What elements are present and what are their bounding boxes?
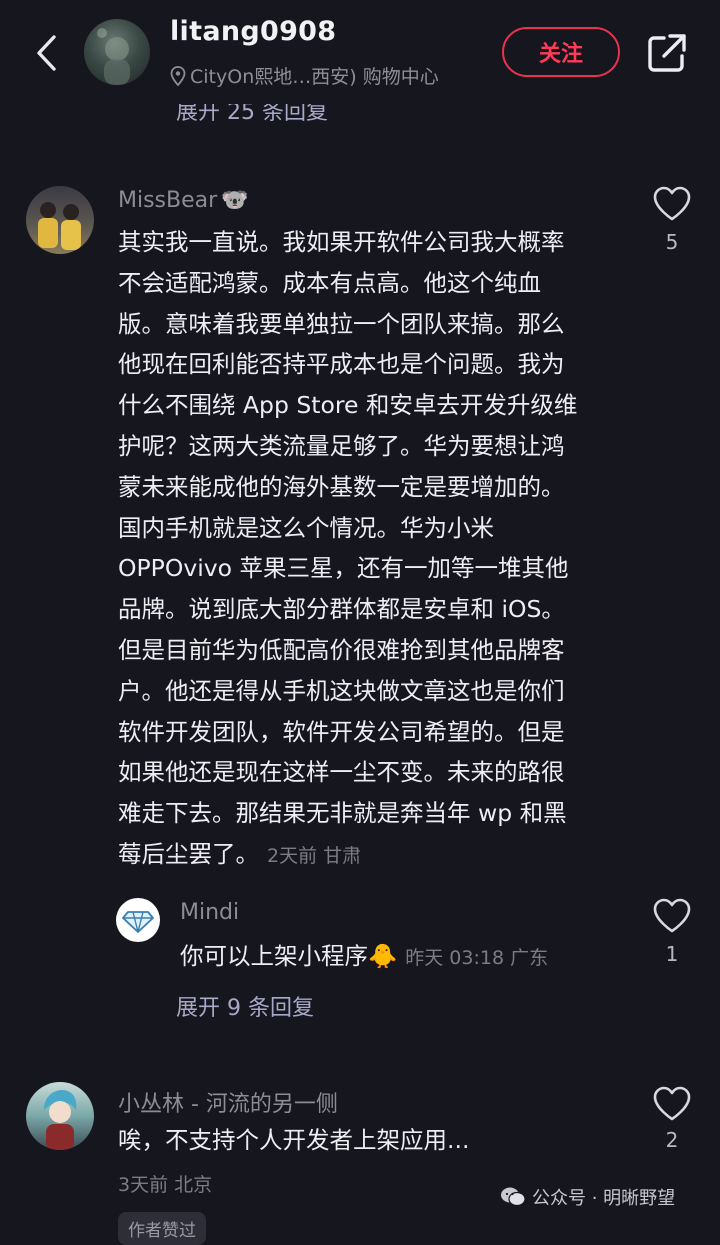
location-pin-icon (170, 65, 186, 86)
reply-body: 你可以上架小程序🐥 昨天 03:18 广东 (180, 936, 548, 979)
follow-button[interactable]: 关注 (502, 27, 620, 77)
comment-line: 品牌。说到底大部分群体都是安卓和 iOS。 (118, 595, 565, 624)
comment-line: 蒙未来能成他的海外基数一定是要增加的。 (118, 472, 565, 501)
comment-line: 护呢？这两大类流量足够了。华为要想让鸿 (118, 431, 565, 460)
watermark-text: 公众号 · 明晰野望 (532, 1188, 676, 1209)
replier-name[interactable]: Mindi (180, 900, 239, 925)
heart-icon (653, 1086, 691, 1121)
back-button[interactable] (26, 30, 66, 76)
comment-body: 其实我一直说。我如果开软件公司我大概率 不会适配鸿蒙。成本有点高。他这个纯血 版… (118, 222, 577, 877)
reply-text: 你可以上架小程序 (180, 942, 368, 970)
diamond-icon (122, 911, 154, 933)
commenter-avatar[interactable] (26, 1082, 94, 1150)
location-text: CityOn熙地…西安) 购物中心 (190, 66, 439, 88)
author-username[interactable]: litang0908 (170, 16, 336, 47)
like-button[interactable] (652, 898, 692, 938)
comment-line: 莓后尘罢了。 (118, 839, 259, 868)
chevron-left-icon (37, 35, 56, 71)
location-row[interactable]: CityOn熙地…西安) 购物中心 (170, 62, 439, 89)
comment-line: 他现在回利能否持平成本也是个问题。我为 (118, 350, 565, 379)
reply-meta: 昨天 03:18 广东 (405, 947, 549, 969)
chick-emoji: 🐥 (368, 942, 398, 970)
comment-line: 户。他还是得从手机这块做文章这也是你们 (118, 676, 565, 705)
comment-line: 软件开发团队，软件开发公司希望的。但是 (118, 717, 565, 746)
like-count: 5 (665, 230, 679, 254)
author-liked-badge: 作者赞过 (118, 1212, 206, 1245)
like-count: 2 (665, 1128, 679, 1152)
share-button[interactable] (644, 30, 690, 76)
comment-line: 版。意味着我要单独拉一个团队来搞。那么 (118, 309, 565, 338)
koala-emoji: 🐨 (221, 188, 249, 213)
top-bar: litang0908 CityOn熙地…西安) 购物中心 关注 (0, 0, 720, 104)
comment-meta: 3天前 北京 (118, 1174, 213, 1196)
commenter-name: MissBear (118, 188, 218, 213)
comment-line: 如果他还是现在这样一尘不变。未来的路很 (118, 758, 565, 787)
comment-last-line: 莓后尘罢了。 2天前 甘肃 (118, 834, 577, 877)
heart-icon (653, 898, 691, 933)
comment-line: 什么不围绕 App Store 和安卓去开发升级维 (118, 391, 578, 420)
comment-line: 但是目前华为低配高价很难抢到其他品牌客 (118, 635, 565, 664)
comment-line: 国内手机就是这么个情况。华为小米 (118, 513, 494, 542)
heart-icon (653, 186, 691, 221)
like-button[interactable] (652, 186, 692, 226)
comment-body: 唉，不支持个人开发者上架应用... (118, 1120, 469, 1161)
comment-meta: 2天前 甘肃 (267, 844, 362, 867)
author-avatar[interactable] (84, 19, 150, 85)
comment-text: 唉，不支持个人开发者上架应用... (118, 1126, 470, 1154)
comment-line: 难走下去。那结果无非就是奔当年 wp 和黑 (118, 799, 567, 828)
comment-line: OPPOvivo 苹果三星，还有一加等一堆其他 (118, 554, 569, 583)
comment-line: 其实我一直说。我如果开软件公司我大概率 (118, 228, 565, 256)
like-count: 1 (665, 942, 679, 966)
replier-avatar[interactable] (116, 898, 160, 942)
comment-line: 不会适配鸿蒙。成本有点高。他这个纯血 (118, 268, 541, 297)
wechat-icon (501, 1187, 526, 1207)
share-icon (648, 34, 686, 72)
commenter-name-row[interactable]: MissBear 🐨 (118, 188, 249, 213)
watermark: 公众号 · 明晰野望 (500, 1184, 675, 1210)
commenter-avatar[interactable] (26, 186, 94, 254)
expand-replies-link[interactable]: 展开 9 条回复 (176, 990, 314, 1022)
like-button[interactable] (652, 1086, 692, 1126)
commenter-name[interactable]: 小丛林 - 河流的另一侧 (118, 1086, 338, 1118)
